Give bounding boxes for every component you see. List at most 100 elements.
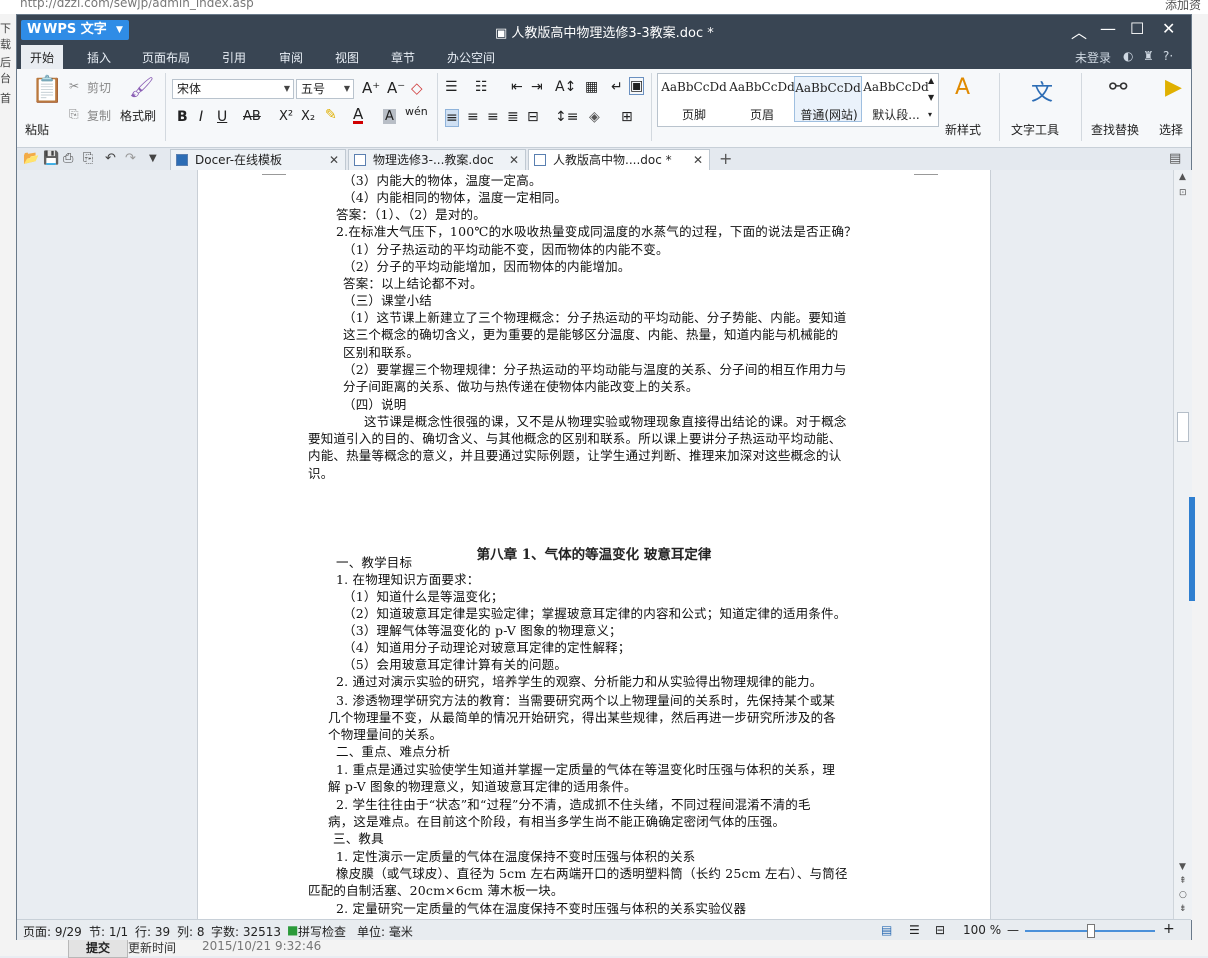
login-status[interactable]: 未登录 [1075, 49, 1111, 66]
open-icon[interactable]: 📂 [23, 151, 39, 166]
save-icon[interactable]: 💾 [43, 151, 59, 166]
bold-icon[interactable]: B [177, 109, 188, 125]
grow-font-icon[interactable]: A⁺ [362, 79, 380, 97]
gallery-down-icon[interactable]: ▼ [928, 93, 934, 102]
side-panel-handle[interactable] [1189, 497, 1195, 601]
char-shading-icon[interactable]: A [383, 109, 396, 124]
paste-button[interactable]: 粘贴 [25, 121, 49, 138]
web-view-icon[interactable]: ⊟ [935, 923, 945, 937]
document-page[interactable]: （2）同种质量的水在 100℃时的内能比 60℃时的内能大。（3）内能大的物体，… [197, 170, 991, 920]
shirt-icon[interactable]: ♜ [1143, 49, 1154, 63]
tab-docer[interactable]: Docer-在线模板 ✕ [170, 149, 346, 170]
find-replace-button[interactable]: 查找替换 [1091, 121, 1139, 138]
strikethrough-icon[interactable]: AB [243, 109, 261, 124]
print-icon[interactable]: ⎙ [63, 151, 73, 166]
underline-icon[interactable]: U [217, 109, 227, 125]
undo-icon[interactable]: ↶ [105, 151, 116, 166]
clear-format-icon[interactable]: ◇ [411, 79, 423, 97]
align-center-icon[interactable]: ≡ [467, 109, 479, 125]
app-menu-button[interactable]: W WPS 文字 ▼ [21, 20, 129, 40]
prev-page-icon[interactable]: ⇞ [1179, 876, 1187, 886]
help-icon[interactable]: ?· [1163, 49, 1173, 63]
outline-view-icon[interactable]: ☰ [909, 923, 920, 937]
table-icon[interactable]: ▦ [585, 79, 598, 95]
scroll-thumb[interactable] [1177, 412, 1189, 442]
menu-page-layout[interactable]: 页面布局 [142, 49, 190, 66]
style-preview[interactable]: AaBbCcDd [862, 80, 930, 94]
superscript-icon[interactable]: X² [279, 109, 293, 124]
scroll-top-icon[interactable]: ⊡ [1179, 188, 1187, 198]
select-icon[interactable]: ▶ [1165, 75, 1182, 100]
shading-icon[interactable]: ◈ [589, 109, 600, 125]
phonetic-icon[interactable]: wén [405, 105, 428, 118]
distributed-icon[interactable]: ⊟ [527, 109, 539, 125]
align-left-icon[interactable]: ≡ [445, 109, 459, 127]
status-page[interactable]: 页面: 9/29 [23, 923, 82, 940]
binoculars-icon[interactable]: ⚯ [1109, 75, 1127, 100]
menu-references[interactable]: 引用 [222, 49, 246, 66]
close-icon[interactable]: ✕ [1162, 19, 1175, 38]
font-size-select[interactable]: 五号 ▼ [296, 79, 354, 99]
style-default-paragraph[interactable]: 默认段... [862, 106, 930, 123]
gallery-up-icon[interactable]: ▲ [928, 76, 934, 85]
close-tab-icon[interactable]: ✕ [693, 150, 703, 170]
menu-chapter[interactable]: 章节 [391, 49, 415, 66]
menu-review[interactable]: 审阅 [279, 49, 303, 66]
select-browse-icon[interactable]: ○ [1179, 890, 1187, 900]
zoom-slider-knob[interactable] [1087, 924, 1095, 938]
shrink-font-icon[interactable]: A⁻ [387, 79, 405, 97]
select-button[interactable]: 选择 [1159, 121, 1183, 138]
style-header[interactable]: 页眉 [728, 106, 796, 123]
status-words[interactable]: 字数: 32513 [211, 923, 281, 940]
align-right-icon[interactable]: ≡ [487, 109, 499, 125]
submit-button[interactable]: 提交 [68, 938, 128, 958]
bullet-list-icon[interactable]: ☰ [445, 79, 458, 95]
border-icon[interactable]: ⊞ [621, 109, 633, 125]
format-painter-icon[interactable]: 🖌 [129, 75, 154, 99]
italic-icon[interactable]: I [199, 109, 203, 125]
format-painter-button[interactable]: 格式刷 [120, 107, 156, 124]
style-footer[interactable]: 页脚 [660, 106, 728, 123]
text-tools-button[interactable]: 文字工具 [1011, 121, 1059, 138]
close-tab-icon[interactable]: ✕ [329, 150, 339, 170]
numbered-list-icon[interactable]: ☷ [475, 79, 488, 95]
paste-icon[interactable]: 📋 [31, 75, 63, 105]
highlight-icon[interactable]: ✎ [325, 107, 337, 123]
next-page-icon[interactable]: ⇟ [1179, 904, 1187, 914]
font-color-icon[interactable]: A [353, 107, 364, 124]
minimize-icon[interactable]: — [1100, 19, 1116, 38]
outdent-icon[interactable]: ⇤ [511, 79, 523, 95]
menu-insert[interactable]: 插入 [87, 49, 111, 66]
copy-button[interactable]: 复制 [87, 107, 111, 124]
quick-access-more-icon[interactable]: ▼ [149, 153, 157, 164]
scroll-down-icon[interactable]: ▼ [1179, 862, 1186, 872]
scroll-up-icon[interactable]: ▲ [1179, 172, 1186, 182]
copy-icon[interactable]: ⎘ [69, 107, 79, 122]
close-tab-icon[interactable]: ✕ [509, 150, 519, 170]
status-unit[interactable]: 单位: 毫米 [357, 923, 413, 940]
font-name-select[interactable]: 宋体 ▼ [172, 79, 294, 99]
gallery-more-icon[interactable]: ▾ [928, 110, 932, 119]
menu-home[interactable]: 开始 [21, 45, 64, 71]
show-hide-icon[interactable]: ▣ [629, 77, 645, 95]
zoom-out-icon[interactable]: — [1007, 923, 1019, 937]
text-tools-icon[interactable]: 文 [1031, 75, 1053, 107]
indent-icon[interactable]: ⇥ [531, 79, 543, 95]
tab-physics-doc[interactable]: 物理选修3-...教案.doc ✕ [348, 149, 526, 170]
menu-office-space[interactable]: 办公空间 [447, 49, 495, 66]
maximize-icon[interactable]: ☐ [1130, 19, 1144, 38]
line-spacing-icon[interactable]: ↕≡ [555, 109, 578, 125]
tab-active-doc[interactable]: 人教版高中物....doc * ✕ [528, 149, 710, 170]
page-view-icon[interactable]: ▤ [881, 923, 892, 937]
cut-button[interactable]: 剪切 [87, 79, 111, 96]
subscript-icon[interactable]: X₂ [301, 109, 315, 124]
collapse-ribbon-icon[interactable]: ︿ [1071, 19, 1087, 43]
style-preview[interactable]: AaBbCcDd [728, 80, 796, 94]
zoom-percent[interactable]: 100 % [963, 923, 1001, 937]
status-spellcheck[interactable]: 拼写检查 [298, 923, 346, 940]
new-style-button[interactable]: 新样式 [945, 121, 981, 138]
redo-icon[interactable]: ↷ [125, 151, 136, 166]
tab-list-icon[interactable]: ▤ [1169, 151, 1181, 166]
menu-view[interactable]: 视图 [335, 49, 359, 66]
new-style-icon[interactable]: A [955, 75, 970, 100]
